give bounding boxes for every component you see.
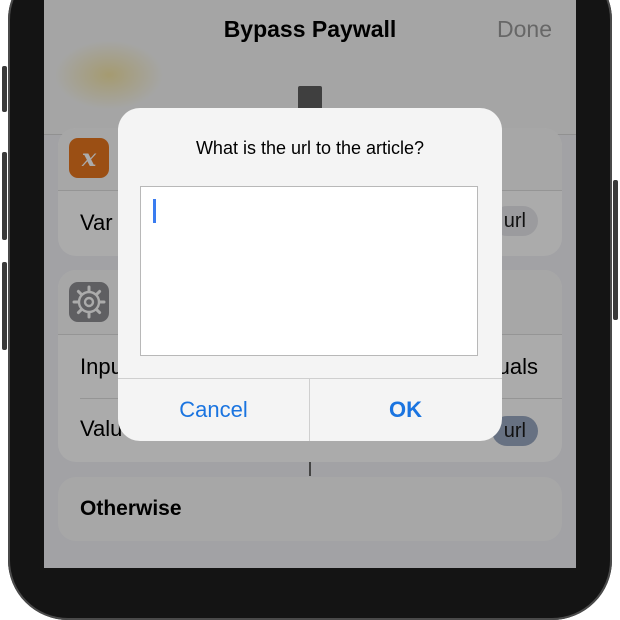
power-button [613, 180, 618, 320]
ok-button[interactable]: OK [310, 379, 501, 441]
cancel-button[interactable]: Cancel [118, 379, 309, 441]
screen: Bypass Paywall Done x Var url Inpu uals … [44, 0, 576, 568]
input-alert: What is the url to the article? Cancel O… [118, 108, 502, 441]
mute-switch [2, 66, 7, 112]
alert-message: What is the url to the article? [195, 138, 425, 158]
phone-frame: Bypass Paywall Done x Var url Inpu uals … [0, 0, 620, 620]
volume-down-button [2, 262, 7, 350]
text-caret [153, 199, 156, 223]
volume-up-button [2, 152, 7, 240]
url-input[interactable] [140, 186, 478, 356]
